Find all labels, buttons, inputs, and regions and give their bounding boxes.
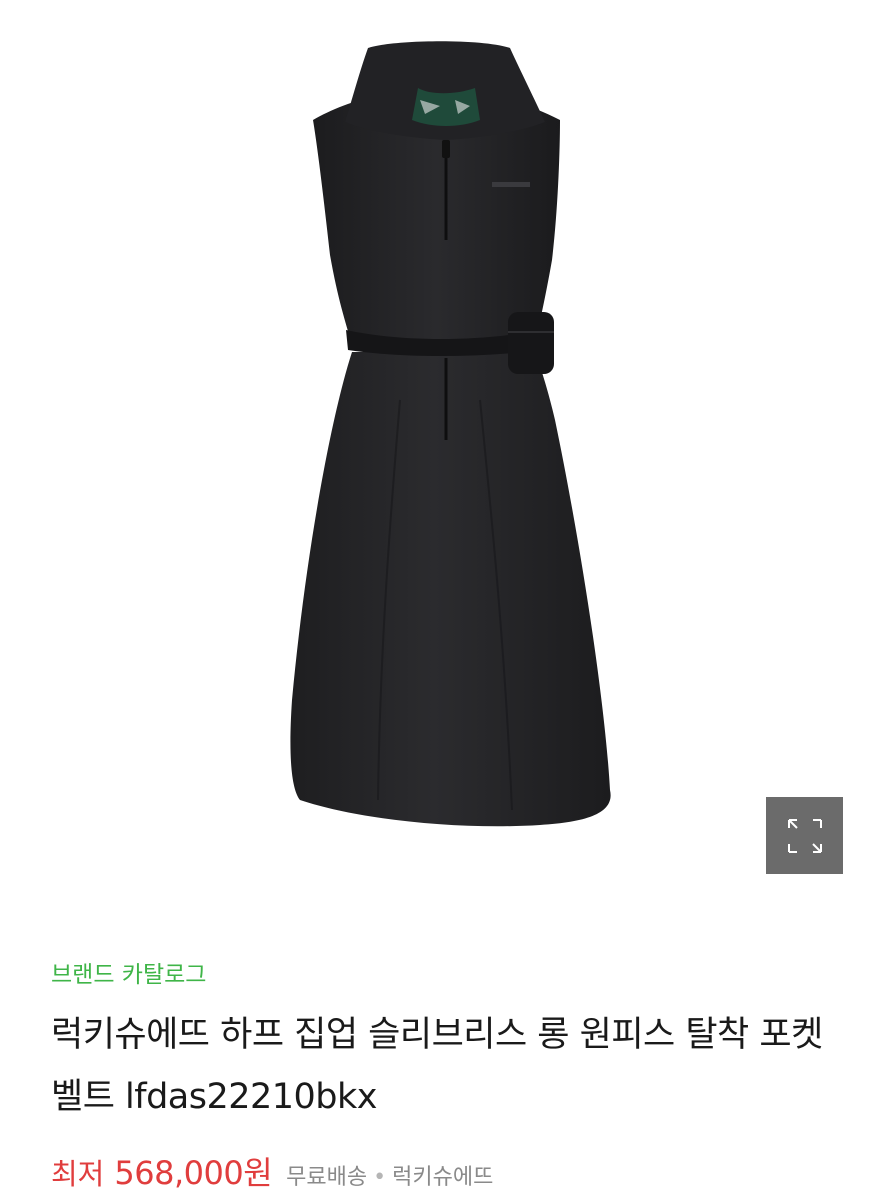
zoom-button[interactable] [766, 797, 843, 874]
expand-icon [787, 818, 822, 853]
seller-name[interactable]: 럭키슈에뜨 [392, 1159, 493, 1191]
price-value: 568,000원 [114, 1154, 273, 1192]
brand-catalog-link[interactable]: 브랜드 카탈로그 [51, 955, 206, 989]
dot-separator: • [373, 1165, 387, 1190]
product-image[interactable] [0, 0, 886, 920]
product-title: 럭키슈에뜨 하프 집업 슬리브리스 롱 원피스 탈착 포켓 벨트 lfdas22… [51, 1015, 823, 1117]
price-label: 최저 [51, 1157, 105, 1191]
price-row: 최저 568,000원 무료배송 • 럭키슈에뜨 [51, 1148, 493, 1194]
product-detail-page: 브랜드 카탈로그 럭키슈에뜨 하프 집업 슬리브리스 롱 원피스 탈착 포켓 벨… [0, 0, 886, 1200]
dress-illustration [290, 41, 611, 827]
shipping-info: 무료배송 [286, 1165, 368, 1190]
